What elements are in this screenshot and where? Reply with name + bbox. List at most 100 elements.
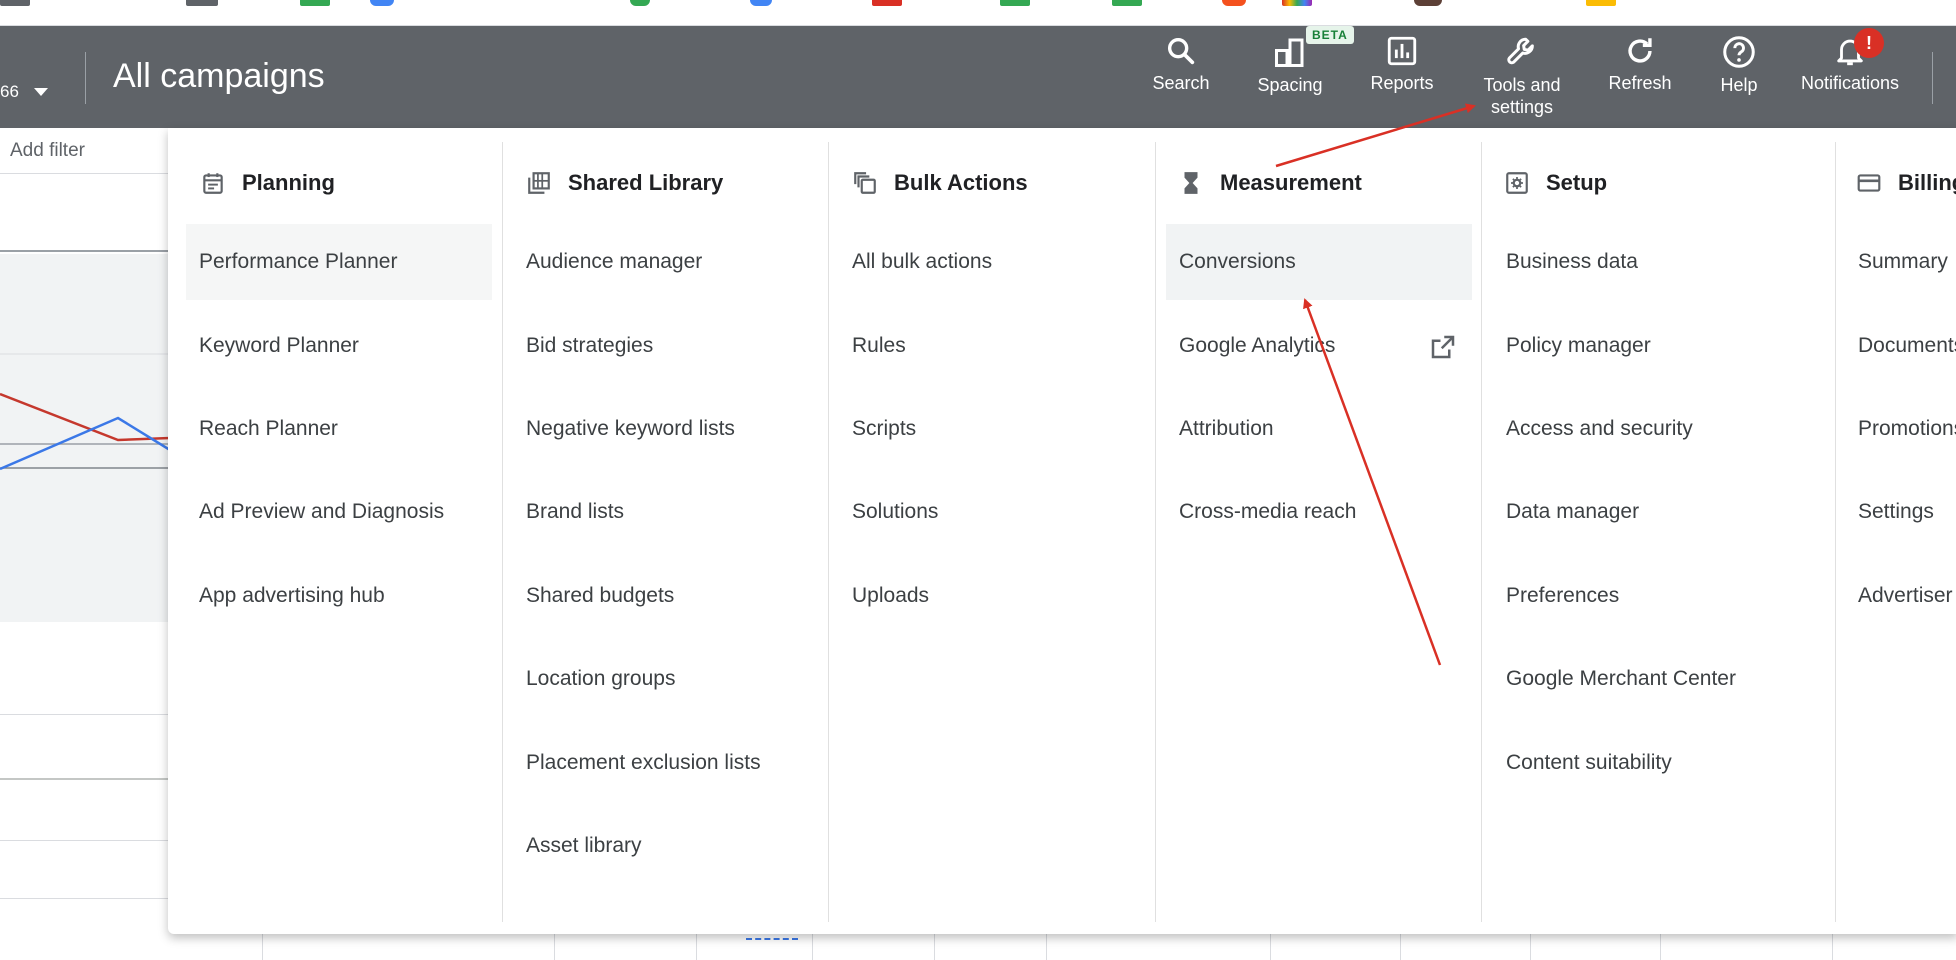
menu-item-label: Attribution [1179, 417, 1274, 440]
column-divider [1155, 142, 1156, 922]
search-label: Search [1152, 73, 1210, 93]
menu-heading-shared-library: Shared Library [524, 168, 723, 198]
menu-item-ad-preview-and-diagnosis[interactable]: Ad Preview and Diagnosis [186, 474, 492, 550]
menu-item-location-groups[interactable]: Location groups [513, 641, 819, 717]
menu-heading-measurement: Measurement [1176, 168, 1362, 198]
menu-item-documents[interactable]: Documents [1845, 308, 1956, 384]
bookmark-favicon[interactable] [1586, 0, 1616, 6]
menu-item-google-analytics[interactable]: Google Analytics [1166, 308, 1472, 384]
external-link-icon[interactable] [1428, 332, 1458, 362]
bookmark-favicon[interactable] [300, 0, 330, 6]
bookmark-favicon[interactable] [0, 0, 30, 6]
menu-item-placement-exclusion-lists[interactable]: Placement exclusion lists [513, 725, 819, 801]
menu-item-summary[interactable]: Summary [1845, 224, 1956, 300]
tools-and-settings-button[interactable]: Tools and settings [1474, 34, 1570, 118]
menu-item-asset-library[interactable]: Asset library [513, 808, 819, 884]
menu-heading-label: Shared Library [568, 170, 724, 195]
menu-item-label: Preferences [1506, 584, 1620, 607]
menu-item-label: Location groups [526, 667, 676, 690]
menu-item-brand-lists[interactable]: Brand lists [513, 474, 819, 550]
help-label: Help [1720, 75, 1758, 95]
bookmark-favicon[interactable] [750, 0, 772, 6]
header-divider [1932, 52, 1933, 104]
menu-item-label: Uploads [852, 584, 930, 607]
menu-item-cross-media-reach[interactable]: Cross-media reach [1166, 474, 1472, 550]
menu-item-attribution[interactable]: Attribution [1166, 391, 1472, 467]
menu-item-label: Policy manager [1506, 334, 1651, 357]
search-icon [1167, 37, 1195, 65]
menu-item-policy-manager[interactable]: Policy manager [1493, 308, 1823, 384]
bookmark-favicon[interactable] [1414, 0, 1442, 6]
bookmark-favicon[interactable] [370, 0, 394, 6]
menu-item-billing-settings[interactable]: Settings [1845, 474, 1956, 550]
spacing-icon [1275, 38, 1304, 67]
hourglass-icon [1176, 168, 1206, 198]
menu-heading-label: Billing [1898, 170, 1956, 195]
add-filter-input[interactable]: Add filter [10, 140, 85, 162]
menu-item-data-manager[interactable]: Data manager [1493, 474, 1823, 550]
bookmark-favicon[interactable] [186, 0, 218, 6]
menu-item-conversions[interactable]: Conversions [1166, 224, 1472, 300]
menu-item-promotions[interactable]: Promotions [1845, 391, 1956, 467]
bookmark-favicon[interactable] [630, 0, 650, 6]
menu-item-label: Documents [1858, 334, 1956, 357]
notifications-button[interactable]: Notifications [1790, 34, 1910, 94]
bookmark-favicon[interactable] [1282, 0, 1312, 6]
tools-and-settings-label: Tools and settings [1483, 75, 1561, 117]
performance-chart [0, 254, 171, 622]
menu-item-label: Solutions [852, 500, 939, 523]
menu-item-reach-planner[interactable]: Reach Planner [186, 391, 492, 467]
reports-button[interactable]: Reports [1364, 34, 1440, 94]
menu-item-content-suitability[interactable]: Content suitability [1493, 725, 1823, 801]
menu-item-scripts[interactable]: Scripts [839, 391, 1145, 467]
refresh-button[interactable]: Refresh [1604, 34, 1676, 94]
reports-icon [1387, 36, 1417, 66]
bookmark-favicon[interactable] [872, 0, 902, 6]
caret-down-icon[interactable] [34, 88, 48, 96]
menu-item-google-merchant-center[interactable]: Google Merchant Center [1493, 641, 1823, 717]
library-icon [524, 168, 554, 198]
notifications-label: Notifications [1800, 73, 1900, 93]
account-selector[interactable]: 66 [0, 82, 19, 102]
billing-column: Billing Summary Documents Promotions Set… [1836, 128, 1956, 934]
settings-icon [1502, 168, 1532, 198]
menu-item-keyword-planner[interactable]: Keyword Planner [186, 308, 492, 384]
menu-item-app-advertising-hub[interactable]: App advertising hub [186, 558, 492, 634]
search-button[interactable]: Search [1148, 34, 1214, 94]
header-divider [85, 52, 86, 104]
menu-item-label: Audience manager [526, 250, 703, 273]
menu-item-label: All bulk actions [852, 250, 993, 273]
menu-item-label: Conversions [1179, 250, 1296, 273]
menu-heading-bulk-actions: Bulk Actions [850, 168, 1028, 198]
help-button[interactable]: Help [1714, 34, 1764, 96]
menu-item-solutions[interactable]: Solutions [839, 474, 1145, 550]
menu-item-label: Performance Planner [199, 250, 398, 273]
menu-item-performance-planner[interactable]: Performance Planner [186, 224, 492, 300]
bookmarks-bar [0, 0, 1956, 26]
menu-item-label: Google Merchant Center [1506, 667, 1736, 690]
beta-badge: BETA [1306, 26, 1354, 44]
menu-item-preferences[interactable]: Preferences [1493, 558, 1823, 634]
menu-item-label: Asset library [526, 834, 642, 857]
menu-item-uploads[interactable]: Uploads [839, 558, 1145, 634]
page-title: All campaigns [113, 57, 325, 95]
menu-item-label: Keyword Planner [199, 334, 359, 357]
menu-item-label: App advertising hub [199, 584, 385, 607]
menu-item-shared-budgets[interactable]: Shared budgets [513, 558, 819, 634]
menu-item-access-and-security[interactable]: Access and security [1493, 391, 1823, 467]
menu-item-advertiser[interactable]: Advertiser [1845, 558, 1956, 634]
menu-item-business-data[interactable]: Business data [1493, 224, 1823, 300]
menu-item-all-bulk-actions[interactable]: All bulk actions [839, 224, 1145, 300]
bookmark-favicon[interactable] [1000, 0, 1030, 6]
menu-item-negative-keyword-lists[interactable]: Negative keyword lists [513, 391, 819, 467]
bookmark-favicon[interactable] [1112, 0, 1142, 6]
menu-item-audience-manager[interactable]: Audience manager [513, 224, 819, 300]
menu-item-label: Data manager [1506, 500, 1640, 523]
menu-heading-setup: Setup [1502, 168, 1607, 198]
bookmark-favicon[interactable] [1222, 0, 1246, 6]
column-divider [502, 142, 503, 922]
menu-item-rules[interactable]: Rules [839, 308, 1145, 384]
menu-item-label: Settings [1858, 500, 1934, 523]
menu-item-bid-strategies[interactable]: Bid strategies [513, 308, 819, 384]
help-icon [1723, 36, 1755, 68]
